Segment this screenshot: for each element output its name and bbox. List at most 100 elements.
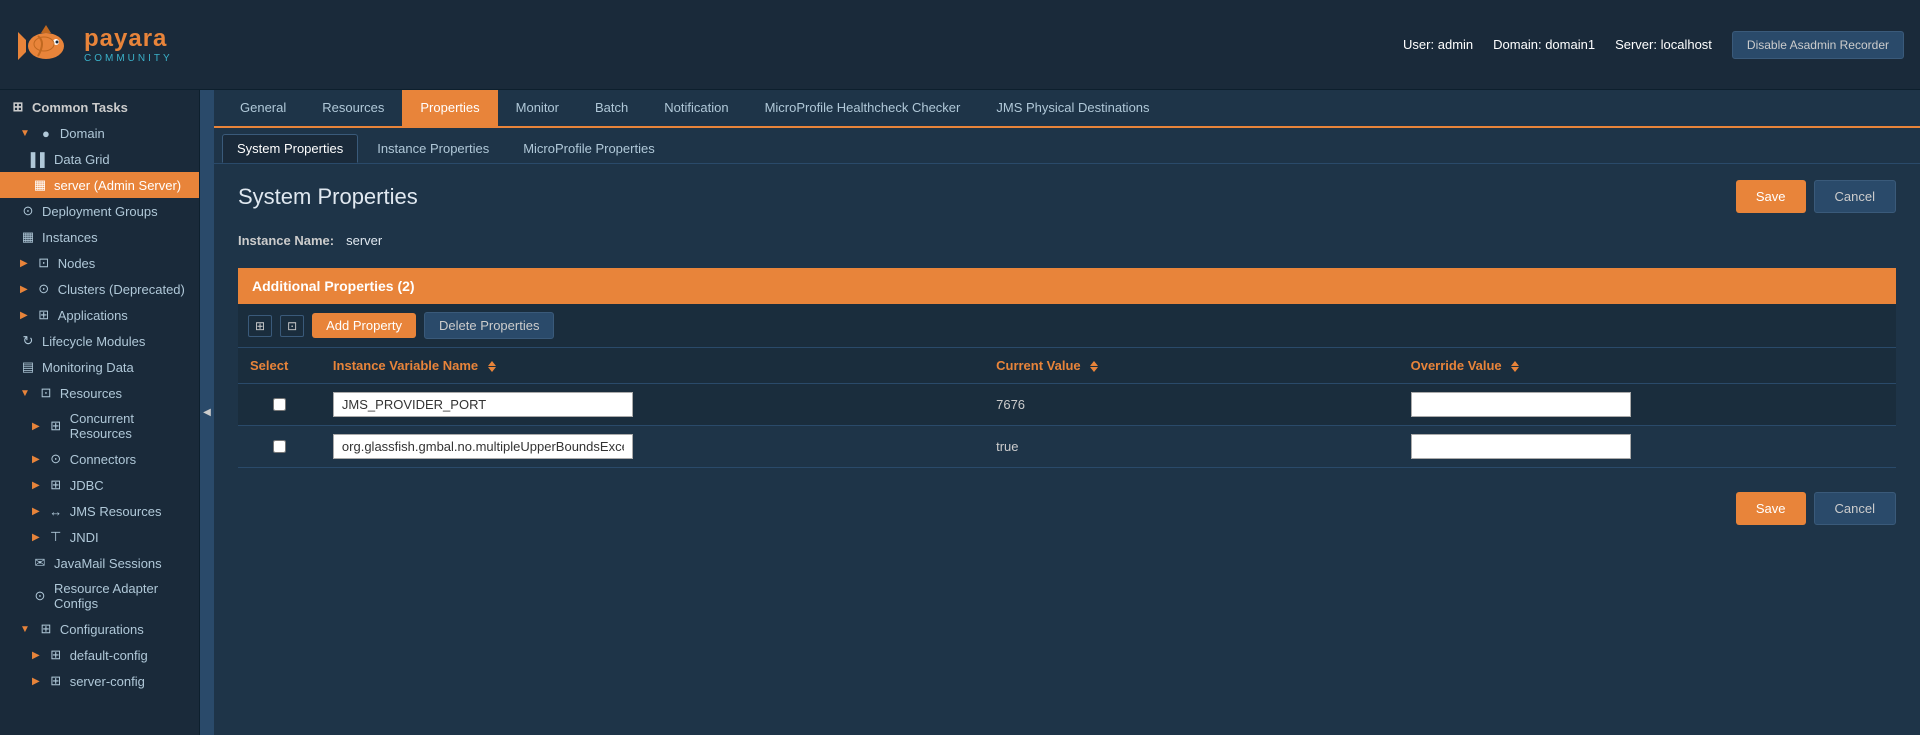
disable-asadmin-btn[interactable]: Disable Asadmin Recorder (1732, 31, 1904, 59)
deployment-icon: ⊙ (20, 203, 36, 219)
instance-name-label: Instance Name: (238, 233, 334, 248)
applications-icon: ⊞ (36, 307, 52, 323)
row-name-input-0[interactable] (333, 392, 633, 417)
user-info: User: admin (1403, 37, 1473, 52)
default-config-collapse-icon: ▶ (32, 650, 40, 661)
sub-tab-system-properties[interactable]: System Properties (222, 134, 358, 163)
sidebar-item-jms-resources[interactable]: ▶ ↔ JMS Resources (0, 498, 199, 524)
row-override-cell (1399, 384, 1896, 426)
tab-batch[interactable]: Batch (577, 90, 646, 128)
page-title-row: System Properties Save Cancel (238, 180, 1896, 213)
row-override-cell (1399, 426, 1896, 468)
sidebar-item-instances[interactable]: ▦ Instances (0, 224, 199, 250)
row-override-input-0[interactable] (1411, 392, 1631, 417)
sidebar-item-nodes[interactable]: ▶ ⊡ Nodes (0, 250, 199, 276)
row-select-cell (238, 384, 321, 426)
clusters-icon: ⊙ (36, 281, 52, 297)
sidebar-item-jdbc[interactable]: ▶ ⊞ JDBC (0, 472, 199, 498)
page-title: System Properties (238, 184, 418, 210)
sub-tab-instance-properties[interactable]: Instance Properties (362, 134, 504, 163)
server-config-collapse-icon: ▶ (32, 676, 40, 687)
default-config-icon: ⊞ (48, 647, 64, 663)
table-toolbar: ⊞ ⊡ Add Property Delete Properties (238, 304, 1896, 348)
config-collapse-icon: ▼ (20, 624, 30, 635)
tab-general[interactable]: General (222, 90, 304, 128)
server-info: Server: localhost (1615, 37, 1712, 52)
tab-microprofile[interactable]: MicroProfile Healthcheck Checker (747, 90, 979, 128)
concurrent-collapse-icon: ▶ (32, 421, 40, 432)
row-override-input-1[interactable] (1411, 434, 1631, 459)
sidebar-item-common-tasks[interactable]: ⊞ Common Tasks (0, 94, 199, 120)
grid-icon: ⊞ (10, 99, 26, 115)
sidebar-item-deployment-groups[interactable]: ⊙ Deployment Groups (0, 198, 199, 224)
sidebar-item-concurrent-resources[interactable]: ▶ ⊞ Concurrent Resources (0, 406, 199, 446)
sidebar-item-monitoring-data[interactable]: ▤ Monitoring Data (0, 354, 199, 380)
sidebar-item-applications[interactable]: ▶ ⊞ Applications (0, 302, 199, 328)
row-name-input-1[interactable] (333, 434, 633, 459)
additional-properties-header: Additional Properties (2) (238, 268, 1896, 304)
community-label: COMMUNITY (84, 53, 173, 64)
sidebar-item-lifecycle-modules[interactable]: ↻ Lifecycle Modules (0, 328, 199, 354)
deselect-all-icon-btn[interactable]: ⊡ (280, 315, 304, 337)
table-row: true (238, 426, 1896, 468)
sidebar-item-resources[interactable]: ▼ ⊡ Resources (0, 380, 199, 406)
sub-tab-microprofile-properties[interactable]: MicroProfile Properties (508, 134, 670, 163)
tab-resources[interactable]: Resources (304, 90, 402, 128)
instances-icon: ▦ (20, 229, 36, 245)
connectors-collapse-icon: ▶ (32, 454, 40, 465)
sidebar-item-default-config[interactable]: ▶ ⊞ default-config (0, 642, 199, 668)
jms-collapse-icon: ▶ (32, 506, 40, 517)
table-header-row: Select Instance Variable Name Curren (238, 348, 1896, 384)
page-content: System Properties Save Cancel Instance N… (214, 164, 1920, 735)
add-property-button[interactable]: Add Property (312, 313, 416, 338)
row-current-value-cell: true (984, 426, 1399, 468)
main-layout: ⊞ Common Tasks ▼ ● Domain ▌▌ Data Grid ▦… (0, 90, 1920, 735)
concurrent-icon: ⊞ (48, 418, 64, 434)
top-action-buttons: Save Cancel (1736, 180, 1896, 213)
collapse-icon: ▼ (20, 128, 30, 139)
row-checkbox-1[interactable] (273, 440, 286, 453)
sub-tab-bar: System Properties Instance Properties Mi… (214, 128, 1920, 164)
select-all-icon-btn[interactable]: ⊞ (248, 315, 272, 337)
monitoring-icon: ▤ (20, 359, 36, 375)
chart-icon: ▌▌ (32, 151, 48, 167)
sidebar-item-resource-adapter[interactable]: ⊙ Resource Adapter Configs (0, 576, 199, 616)
bottom-save-button[interactable]: Save (1736, 492, 1806, 525)
sidebar-item-javamail[interactable]: ✉ JavaMail Sessions (0, 550, 199, 576)
sidebar-item-server-admin[interactable]: ▦ server (Admin Server) (0, 172, 199, 198)
top-cancel-button[interactable]: Cancel (1814, 180, 1896, 213)
col-instance-variable-name[interactable]: Instance Variable Name (321, 348, 984, 384)
jdbc-collapse-icon: ▶ (32, 480, 40, 491)
bottom-cancel-button[interactable]: Cancel (1814, 492, 1896, 525)
instance-name-value: server (346, 233, 382, 248)
sort-name-icon (488, 361, 496, 372)
server-config-icon: ⊞ (48, 673, 64, 689)
domain-icon: ● (38, 125, 54, 141)
payara-logo-icon (16, 20, 76, 70)
sidebar-item-configurations[interactable]: ▼ ⊞ Configurations (0, 616, 199, 642)
sidebar-item-jndi[interactable]: ▶ ⊤ JNDI (0, 524, 199, 550)
tab-properties[interactable]: Properties (402, 90, 497, 128)
resource-adapter-icon: ⊙ (32, 588, 48, 604)
sort-override-icon (1511, 361, 1519, 372)
sidebar-item-clusters[interactable]: ▶ ⊙ Clusters (Deprecated) (0, 276, 199, 302)
sidebar-item-data-grid[interactable]: ▌▌ Data Grid (0, 146, 199, 172)
sidebar-toggle[interactable]: ◀ (200, 90, 214, 735)
bottom-action-buttons: Save Cancel (238, 492, 1896, 525)
tab-jms-destinations[interactable]: JMS Physical Destinations (978, 90, 1167, 128)
sidebar-item-connectors[interactable]: ▶ ⊙ Connectors (0, 446, 199, 472)
tab-notification[interactable]: Notification (646, 90, 746, 128)
properties-table: Select Instance Variable Name Curren (238, 348, 1896, 468)
row-checkbox-0[interactable] (273, 398, 286, 411)
tab-monitor[interactable]: Monitor (498, 90, 577, 128)
header: payara COMMUNITY User: admin Domain: dom… (0, 0, 1920, 90)
sidebar-item-server-config[interactable]: ▶ ⊞ server-config (0, 668, 199, 694)
col-override-value[interactable]: Override Value (1399, 348, 1896, 384)
delete-properties-button[interactable]: Delete Properties (424, 312, 554, 339)
col-current-value[interactable]: Current Value (984, 348, 1399, 384)
top-save-button[interactable]: Save (1736, 180, 1806, 213)
sidebar-item-domain[interactable]: ▼ ● Domain (0, 120, 199, 146)
clusters-collapse-icon: ▶ (20, 284, 28, 295)
configurations-icon: ⊞ (38, 621, 54, 637)
row-name-cell (321, 384, 984, 426)
